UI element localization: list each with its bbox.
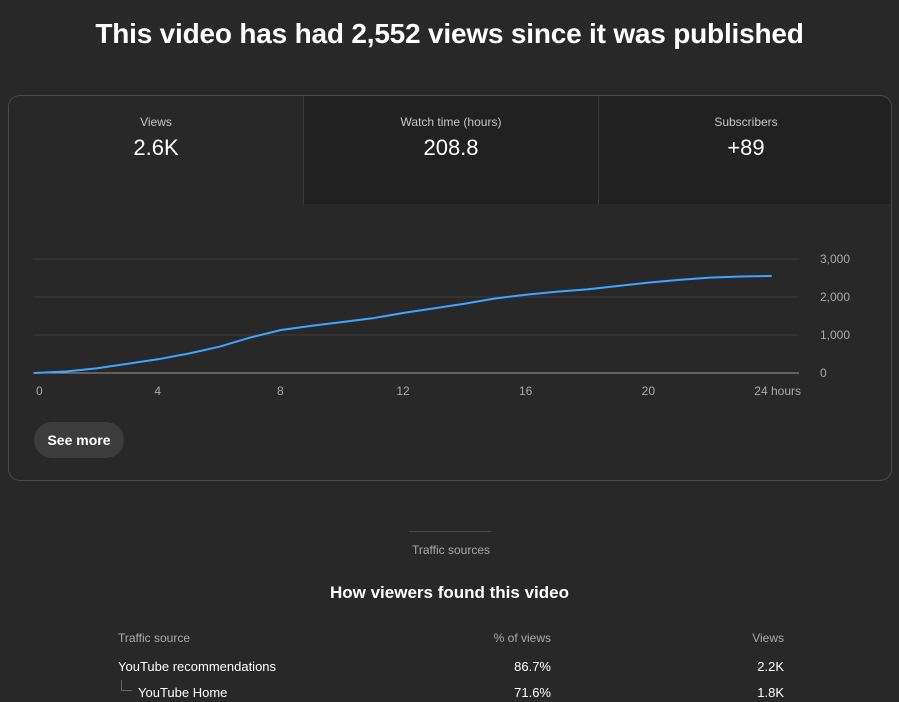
metric-label: Watch time (hours) <box>400 115 502 129</box>
see-more-button[interactable]: See more <box>34 422 124 458</box>
metric-tabs: Views 2.6K Watch time (hours) 208.8 Subs… <box>9 96 891 204</box>
x-tick-label: 20 <box>642 384 656 398</box>
y-tick-label: 3,000 <box>820 252 850 266</box>
percent-value: 71.6% <box>514 685 551 700</box>
x-tick-label: 16 <box>519 384 533 398</box>
x-tick-label: 24 hours <box>754 384 801 398</box>
views-line-chart: 3,000 2,000 1,000 0 0 4 8 12 16 20 24 hours <box>33 252 850 398</box>
x-tick-label: 12 <box>396 384 410 398</box>
section-divider <box>409 531 491 532</box>
views-value: 2.2K <box>757 659 784 674</box>
x-tick-label: 4 <box>154 384 161 398</box>
header-views: Views <box>752 631 784 645</box>
y-tick-label: 2,000 <box>820 290 850 304</box>
page-title: This video has had 2,552 views since it … <box>95 18 804 49</box>
tab-watch-time[interactable]: Watch time (hours) 208.8 <box>303 96 598 204</box>
tab-traffic-sources[interactable]: Traffic sources <box>300 543 602 557</box>
tab-views[interactable]: Views 2.6K <box>9 96 303 204</box>
header-traffic-source: Traffic source <box>118 631 191 645</box>
percent-value: 86.7% <box>514 659 551 674</box>
x-tick-label: 8 <box>277 384 284 398</box>
metric-value: 2.6K <box>133 135 179 160</box>
section-title: How viewers found this video <box>330 583 569 602</box>
traffic-source-subitem: YouTube Home <box>118 680 228 700</box>
metric-label: Subscribers <box>714 115 778 129</box>
y-tick-label: 1,000 <box>820 328 850 342</box>
x-tick-label: 0 <box>36 384 43 398</box>
metric-label: Views <box>140 115 172 129</box>
tree-connector-icon <box>121 680 132 691</box>
views-value: 1.8K <box>757 685 784 700</box>
tab-subscribers[interactable]: Subscribers +89 <box>598 96 891 204</box>
metric-value: +89 <box>727 135 765 160</box>
views-series-line <box>34 275 772 374</box>
header-percent-views: % of views <box>493 631 551 645</box>
y-tick-label: 0 <box>820 366 827 380</box>
metric-value: 208.8 <box>423 135 479 160</box>
analytics-card: Views 2.6K Watch time (hours) 208.8 Subs… <box>8 95 892 481</box>
traffic-source-name: YouTube recommendations <box>118 659 277 674</box>
traffic-source-name: YouTube Home <box>138 685 228 700</box>
